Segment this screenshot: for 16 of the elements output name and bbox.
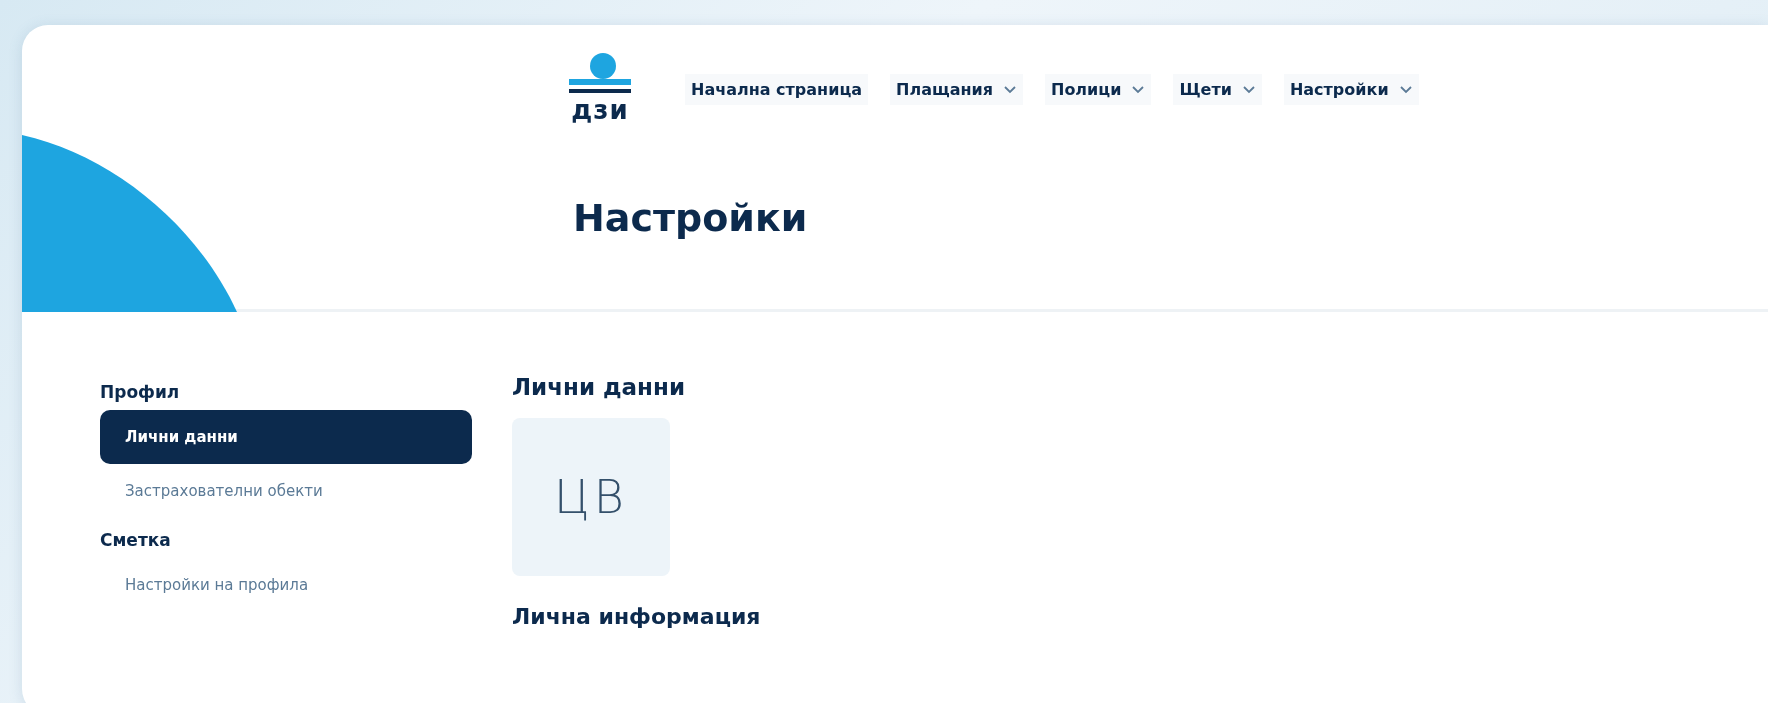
avatar-initials: ЦВ bbox=[512, 418, 670, 576]
nav-item[interactable]: Щети bbox=[1173, 73, 1262, 105]
nav-item[interactable]: Плащания bbox=[890, 73, 1023, 105]
sidebar-item[interactable]: Настройки на профила bbox=[100, 558, 472, 612]
sidebar-heading: Профил bbox=[100, 382, 181, 402]
section-heading: Лични данни bbox=[512, 374, 687, 400]
sidebar-item[interactable]: Застрахователни обекти bbox=[100, 464, 472, 518]
sidebar-heading: Сметка bbox=[100, 530, 172, 550]
sidebar-item[interactable]: Лични данни bbox=[100, 410, 472, 464]
nav-item[interactable]: Начална страница bbox=[685, 73, 869, 105]
subsection-heading: Лична информация bbox=[512, 604, 761, 629]
logo-text: дзи bbox=[571, 96, 629, 124]
logo-icon bbox=[567, 52, 633, 96]
nav-item[interactable]: Полици bbox=[1045, 73, 1152, 105]
nav-item[interactable]: Настройки bbox=[1283, 73, 1419, 105]
page-title: Настройки bbox=[573, 196, 808, 240]
